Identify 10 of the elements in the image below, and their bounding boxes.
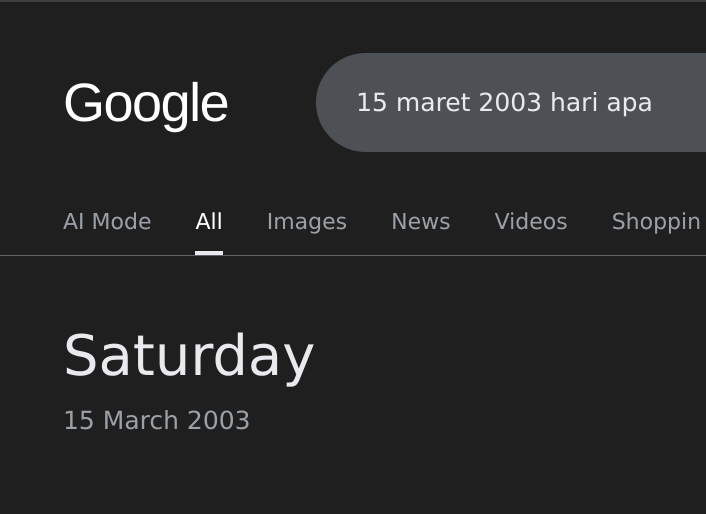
google-logo[interactable]: Google (63, 72, 228, 134)
search-tab[interactable]: Shoppin (612, 210, 702, 255)
search-tab[interactable]: Images (266, 210, 348, 255)
search-tab[interactable]: Videos (494, 210, 568, 255)
answer-title: Saturday (63, 326, 316, 388)
search-field[interactable]: 15 maret 2003 hari apa (316, 53, 706, 152)
search-tab[interactable]: News (391, 210, 451, 255)
search-tab[interactable]: All (195, 210, 223, 255)
answer-date: 15 March 2003 (63, 406, 252, 435)
search-tab[interactable]: AI Mode (63, 210, 152, 255)
